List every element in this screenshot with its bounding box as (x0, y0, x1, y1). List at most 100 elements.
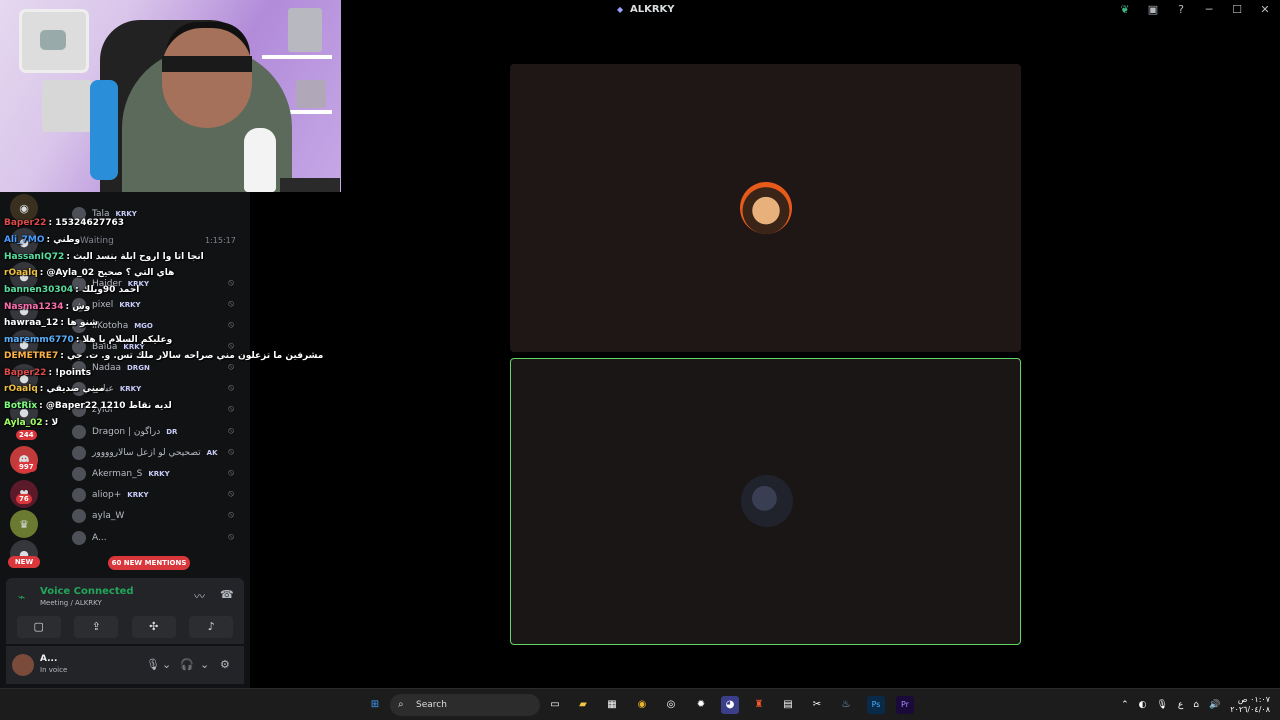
chevron-down-icon[interactable]: ⌄ (162, 658, 171, 671)
waiting-time: 1:15:17 (205, 236, 236, 245)
app-icon[interactable]: ✂ (808, 696, 826, 714)
file-explorer-icon[interactable]: ▰ (574, 696, 592, 714)
avatar[interactable] (12, 654, 34, 676)
close-button[interactable]: ✕ (1258, 3, 1272, 16)
network-icon[interactable]: ⌂ (1193, 700, 1199, 710)
voice-member[interactable]: Nadaa DRGN ⦸ (72, 358, 242, 378)
inbox-icon[interactable]: ▣ (1146, 3, 1160, 16)
screen-share-icon[interactable]: ⇪ (74, 616, 119, 638)
clock[interactable]: ٠١:٠٧ ص ٢٠٢٦/٠٤/٠٨ (1230, 695, 1270, 715)
windows-start-icon[interactable]: ⊞ (366, 696, 384, 714)
title-bar-controls: ❦ ▣ ? ─ ☐ ✕ (1118, 3, 1272, 16)
chat-username: Ali_7MO (4, 235, 45, 245)
voice-member[interactable]: A... ⦸ (72, 528, 242, 548)
chat-message: Ali_7MO: وطني (4, 235, 80, 245)
muted-headset-icon: ⦸ (228, 383, 234, 393)
camera-off-icon[interactable]: ▢ (16, 616, 61, 638)
chat-text: : وعليكم السلام يا هلا (75, 335, 173, 345)
chat-username: bannen30304 (4, 285, 74, 295)
server-icon[interactable]: ♛ (10, 510, 38, 538)
chat-text: : !points (48, 368, 92, 378)
chat-message: Baper22: 15324627763 (4, 218, 124, 228)
clock-date: ٢٠٢٦/٠٤/٠٨ (1230, 705, 1270, 714)
muted-headset-icon: ⦸ (228, 362, 234, 372)
chat-message: rOaalq: @Ayla_02 هاي التي ؟ صحيح (4, 268, 174, 278)
language-indicator[interactable]: ع (1178, 700, 1183, 710)
chat-username: DEMETRE7 (4, 351, 59, 361)
chat-text: : @Baper22 لديه نقاط 1210 (39, 401, 172, 411)
steam-icon[interactable]: ✹ (692, 696, 710, 714)
member-tag: AK (206, 449, 218, 457)
chat-text: : @Ayla_02 هاي التي ؟ صحيح (39, 268, 175, 278)
taskbar: ⊞ ⌕ Search ▭ ▰ ▦ ◉ ◎ ✹ ◕ ♜ ▤ ✂ ♨ Ps Pr ⌃… (0, 688, 1280, 720)
member-tag: KRKY (119, 301, 141, 309)
gear-icon[interactable]: ⚙ (220, 658, 230, 671)
participant-tile-speaking[interactable] (510, 358, 1021, 645)
chevron-down-icon[interactable]: ⌄ (200, 658, 209, 671)
app-icon[interactable]: ◎ (662, 696, 680, 714)
activities-icon[interactable]: ✣ (131, 616, 176, 638)
new-mentions-button[interactable]: 60 NEW MENTIONS (108, 556, 190, 570)
silver-play-button-plaque (22, 12, 86, 70)
nitro-leaf-icon[interactable]: ❦ (1118, 3, 1132, 16)
chat-text: : ميني صديقي (39, 384, 105, 394)
chat-text: : شنو ها (60, 318, 99, 328)
streamer-head (162, 28, 252, 128)
muted-headset-icon: ⦸ (228, 532, 234, 542)
member-name: A... (92, 533, 107, 543)
photoshop-icon[interactable]: Ps (867, 696, 885, 714)
participant-tile[interactable] (510, 64, 1021, 352)
wall-shelf (262, 55, 332, 59)
member-name: aliop+ (92, 490, 122, 500)
search-icon: ⌕ (398, 699, 404, 710)
muted-headset-icon: ⦸ (228, 404, 234, 414)
chat-username: hawraa_12 (4, 318, 59, 328)
soundboard-icon[interactable]: ♪ (189, 616, 234, 638)
minimize-button[interactable]: ─ (1202, 3, 1216, 16)
member-tag: DRGN (127, 364, 150, 372)
user-panel: A... In voice 🎙 ⌄ 🎧 ⌄ ⚙ (6, 646, 244, 684)
chat-text: : مشرفين ما تزعلون مني صراحه سالار ملك ت… (60, 351, 324, 361)
task-view-icon[interactable]: ▭ (546, 696, 564, 714)
microphone-icon[interactable]: 🎙 (146, 658, 160, 671)
voice-channel[interactable]: Meeting / ALKRKY (40, 599, 102, 607)
voice-member[interactable]: تصحيحي لو ازعل سالاروووور AK ⦸ (72, 443, 242, 463)
chrome-icon[interactable]: ◉ (633, 696, 651, 714)
chat-message: BotRix: @Baper22 لديه نقاط 1210 (4, 401, 172, 411)
taskbar-search[interactable]: ⌕ Search (390, 694, 540, 716)
tray-app-icon[interactable]: ◐ (1139, 700, 1147, 710)
noise-suppression-icon[interactable]: 〰 (194, 588, 205, 604)
discord-icon[interactable]: ◕ (721, 696, 739, 714)
headphones-icon[interactable]: 🎧 (180, 658, 194, 671)
store-icon[interactable]: ▦ (603, 696, 621, 714)
brave-icon[interactable]: ♜ (750, 696, 768, 714)
premiere-icon[interactable]: Pr (896, 696, 914, 714)
user-name[interactable]: A... (40, 654, 57, 664)
chat-message: rOaalq: ميني صديقي (4, 384, 105, 394)
user-status: In voice (40, 666, 68, 674)
shelf-award-2 (296, 80, 326, 108)
chat-message: maremm6770: وعليكم السلام يا هلا (4, 335, 172, 345)
chevron-up-icon[interactable]: ⌃ (1121, 700, 1129, 710)
avatar (72, 509, 86, 523)
waiting-label: Waiting (80, 236, 114, 246)
voice-member[interactable]: ayla_W ⦸ (72, 506, 242, 526)
signal-icon: ⌁ (18, 590, 26, 604)
member-name: تصحيحي لو ازعل سالاروووور (92, 448, 201, 458)
voice-member[interactable]: pixel KRKY ⦸ (72, 295, 242, 315)
chat-message: HassanIQ72: انجا اتا وا اروح ابلة بنسد ا… (4, 252, 204, 262)
member-name: Akerman_S (92, 469, 143, 479)
voice-status[interactable]: Voice Connected (40, 586, 134, 597)
voice-member[interactable]: Dragon | دراگون DR ⦸ (72, 422, 242, 442)
disconnect-icon[interactable]: ☎ (220, 588, 234, 601)
app-icon[interactable]: ▤ (779, 696, 797, 714)
wall-frame (42, 80, 92, 132)
steam-client-icon[interactable]: ♨ (837, 696, 855, 714)
chat-username: BotRix (4, 401, 38, 411)
voice-member[interactable]: Akerman_S KRKY ⦸ (72, 464, 242, 484)
help-icon[interactable]: ? (1174, 3, 1188, 16)
volume-icon[interactable]: 🔊 (1209, 700, 1220, 710)
voice-member[interactable]: aliop+ KRKY ⦸ (72, 485, 242, 505)
maximize-button[interactable]: ☐ (1230, 3, 1244, 16)
microphone-icon[interactable]: 🎙 (1156, 700, 1167, 710)
